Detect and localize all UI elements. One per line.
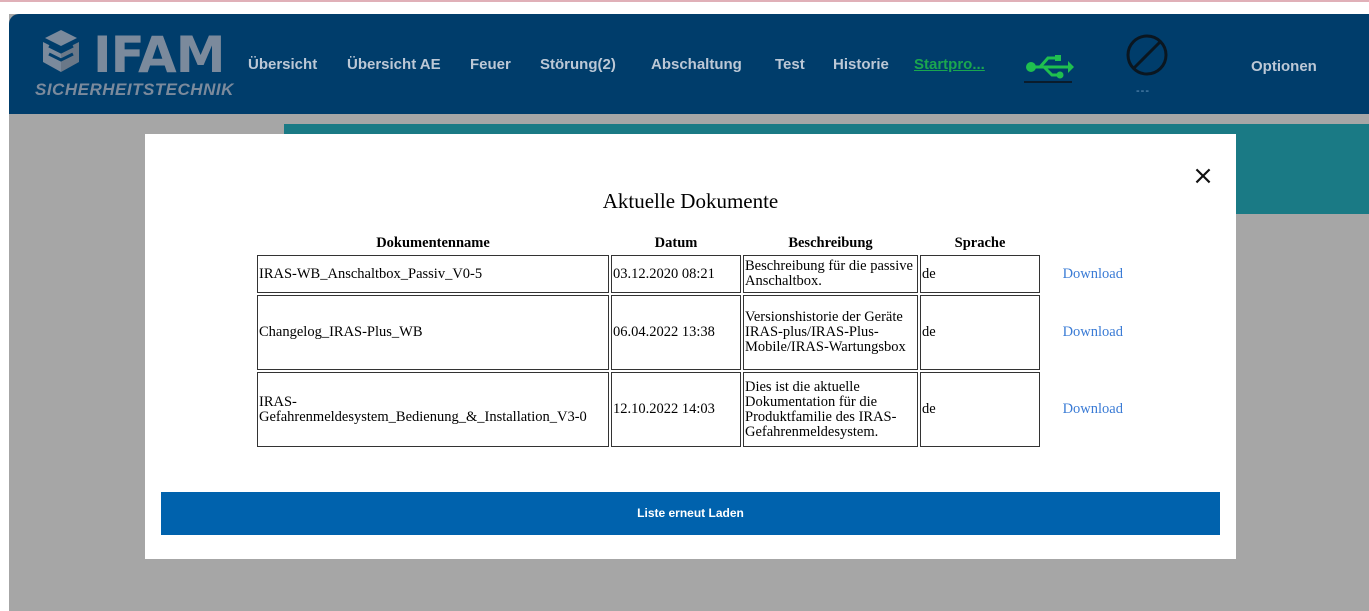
documents-table: Dokumentenname Datum Beschreibung Sprach… bbox=[255, 231, 1126, 449]
document-name: Changelog_IRAS-Plus_WB bbox=[257, 295, 609, 370]
document-language: de bbox=[920, 255, 1040, 293]
download-link[interactable]: Download bbox=[1063, 266, 1123, 282]
nav-stoerung[interactable]: Störung(2) bbox=[540, 56, 616, 73]
brand-tagline: SICHERHEITSTECHNIK bbox=[35, 80, 234, 99]
brand-word: IFAM bbox=[93, 26, 225, 84]
download-cell: Download bbox=[1042, 295, 1124, 370]
document-description: Beschreibung für die passive Anschaltbox… bbox=[743, 255, 918, 293]
top-navbar: IFAM SICHERHEITSTECHNIK Übersicht Übersi… bbox=[9, 14, 1369, 114]
table-row: Changelog_IRAS-Plus_WB 06.04.2022 13:38 … bbox=[257, 295, 1124, 370]
documents-modal: × Aktuelle Dokumente Dokumentenname Datu… bbox=[145, 134, 1236, 559]
document-description: Versionshistorie der Geräte IRAS-plus/IR… bbox=[743, 295, 918, 370]
table-row: IRAS-Gefahrenmeldesystem_Bedienung_&_Ins… bbox=[257, 372, 1124, 447]
brand-logo[interactable]: IFAM SICHERHEITSTECHNIK bbox=[35, 24, 235, 104]
document-name: IRAS-WB_Anschaltbox_Passiv_V0-5 bbox=[257, 255, 609, 293]
nav-uebersicht[interactable]: Übersicht bbox=[248, 56, 317, 73]
nav-startprotokoll[interactable]: Startpro... bbox=[914, 56, 985, 73]
modal-title: Aktuelle Dokumente bbox=[602, 189, 779, 213]
nav-historie[interactable]: Historie bbox=[833, 56, 889, 73]
usb-icon[interactable] bbox=[1024, 52, 1074, 82]
document-date: 12.10.2022 14:03 bbox=[611, 372, 741, 447]
ban-status-text: --- bbox=[1136, 85, 1150, 97]
column-header-name: Dokumentenname bbox=[376, 234, 490, 251]
nav-uebersicht-ae[interactable]: Übersicht AE bbox=[347, 56, 441, 73]
document-name: IRAS-Gefahrenmeldesystem_Bedienung_&_Ins… bbox=[257, 372, 609, 447]
document-language: de bbox=[920, 372, 1040, 447]
options-menu[interactable]: Optionen bbox=[1251, 58, 1317, 75]
window-top-edge bbox=[0, 0, 1369, 14]
download-link[interactable]: Download bbox=[1063, 324, 1123, 340]
reload-list-button[interactable]: Liste erneut Laden bbox=[161, 492, 1220, 535]
nav-test[interactable]: Test bbox=[775, 56, 805, 73]
table-header-row: Dokumentenname Datum Beschreibung Sprach… bbox=[257, 233, 1124, 253]
download-cell: Download bbox=[1042, 372, 1124, 447]
download-link[interactable]: Download bbox=[1063, 401, 1123, 417]
column-header-description: Beschreibung bbox=[788, 234, 873, 251]
column-header-language: Sprache bbox=[954, 234, 1006, 251]
nav-feuer[interactable]: Feuer bbox=[470, 56, 511, 73]
document-language: de bbox=[920, 295, 1040, 370]
table-row: IRAS-WB_Anschaltbox_Passiv_V0-5 03.12.20… bbox=[257, 255, 1124, 293]
column-header-date: Datum bbox=[654, 234, 698, 251]
column-header-action bbox=[1042, 233, 1124, 253]
nav-abschaltung[interactable]: Abschaltung bbox=[651, 56, 742, 73]
download-cell: Download bbox=[1042, 255, 1124, 293]
usb-status-underline bbox=[1024, 81, 1072, 83]
document-description: Dies ist die aktuelle Dokumentation für … bbox=[743, 372, 918, 447]
ban-icon[interactable] bbox=[1124, 32, 1170, 78]
close-icon[interactable]: × bbox=[1191, 163, 1215, 189]
document-date: 03.12.2020 08:21 bbox=[611, 255, 741, 293]
document-date: 06.04.2022 13:38 bbox=[611, 295, 741, 370]
